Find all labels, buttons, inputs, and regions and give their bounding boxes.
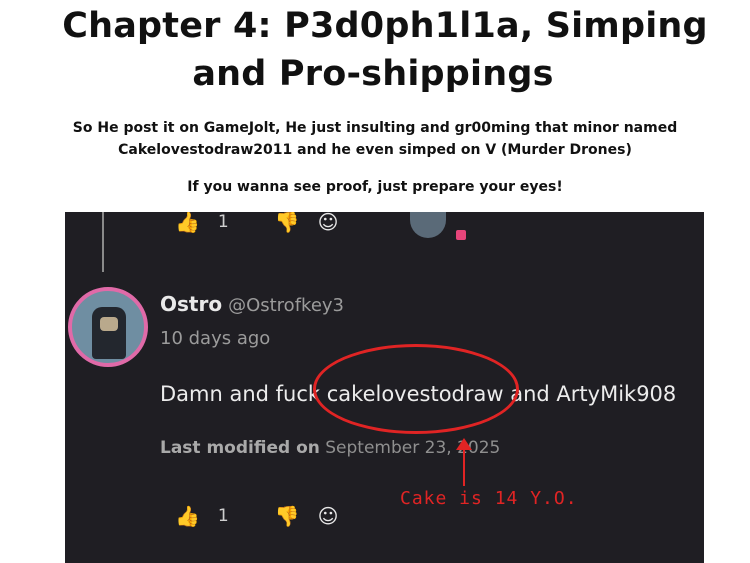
chapter-title: Chapter 4: P3d0ph1l1a, Simping and Pro-s… bbox=[0, 2, 750, 98]
thumbs-down-icon[interactable]: 👎 bbox=[275, 504, 300, 528]
thumbs-up-icon[interactable]: 👍 bbox=[175, 212, 200, 234]
comment-author: Ostro @Ostrofkey3 bbox=[160, 292, 344, 316]
annotation-note: Cake is 14 Y.O. bbox=[400, 488, 578, 509]
status-dot bbox=[456, 230, 466, 240]
username[interactable]: Ostro bbox=[160, 292, 222, 316]
thumbs-down-icon[interactable]: 👎 bbox=[275, 212, 300, 234]
bottom-like-count: 1 bbox=[217, 506, 229, 526]
modified-date: September 23, 2025 bbox=[325, 438, 501, 458]
avatar-figure bbox=[92, 307, 126, 359]
intro-line2: Cakelovestodraw2011 and he even simped o… bbox=[118, 142, 632, 158]
intro-line1: So He post it on GameJolt, He just insul… bbox=[72, 120, 678, 136]
add-reaction-icon[interactable]: ☺ bbox=[318, 212, 339, 234]
thread-line bbox=[102, 212, 104, 272]
thumbs-up-icon[interactable]: 👍 bbox=[175, 504, 200, 528]
top-like-count: 1 bbox=[217, 212, 229, 232]
chapter-title-line2: and Pro-shippings bbox=[192, 54, 554, 94]
last-modified: Last modified on September 23, 2025 bbox=[160, 438, 500, 458]
modified-label: Last modified on bbox=[160, 438, 320, 458]
add-reaction-icon[interactable]: ☺ bbox=[318, 504, 339, 528]
chapter-title-line1: Chapter 4: P3d0ph1l1a, Simping bbox=[62, 6, 708, 46]
comment-screenshot: 👍 1 👎 ☺ Ostro @Ostrofkey3 10 days ago Dam… bbox=[65, 212, 704, 563]
bottom-reaction-row: 👍 1 👎 ☺ bbox=[175, 504, 357, 528]
avatar-face bbox=[100, 317, 118, 331]
reply-avatar bbox=[410, 212, 446, 238]
user-handle[interactable]: @Ostrofkey3 bbox=[228, 295, 344, 316]
top-reaction-row: 👍 1 👎 ☺ bbox=[175, 212, 357, 234]
avatar[interactable] bbox=[68, 287, 148, 367]
timestamp: 10 days ago bbox=[160, 328, 271, 349]
annotation-arrow-head bbox=[456, 438, 472, 450]
highlight-circle bbox=[313, 344, 519, 434]
intro-paragraph: So He post it on GameJolt, He just insul… bbox=[0, 117, 750, 161]
proof-paragraph: If you wanna see proof, just prepare you… bbox=[187, 179, 563, 195]
